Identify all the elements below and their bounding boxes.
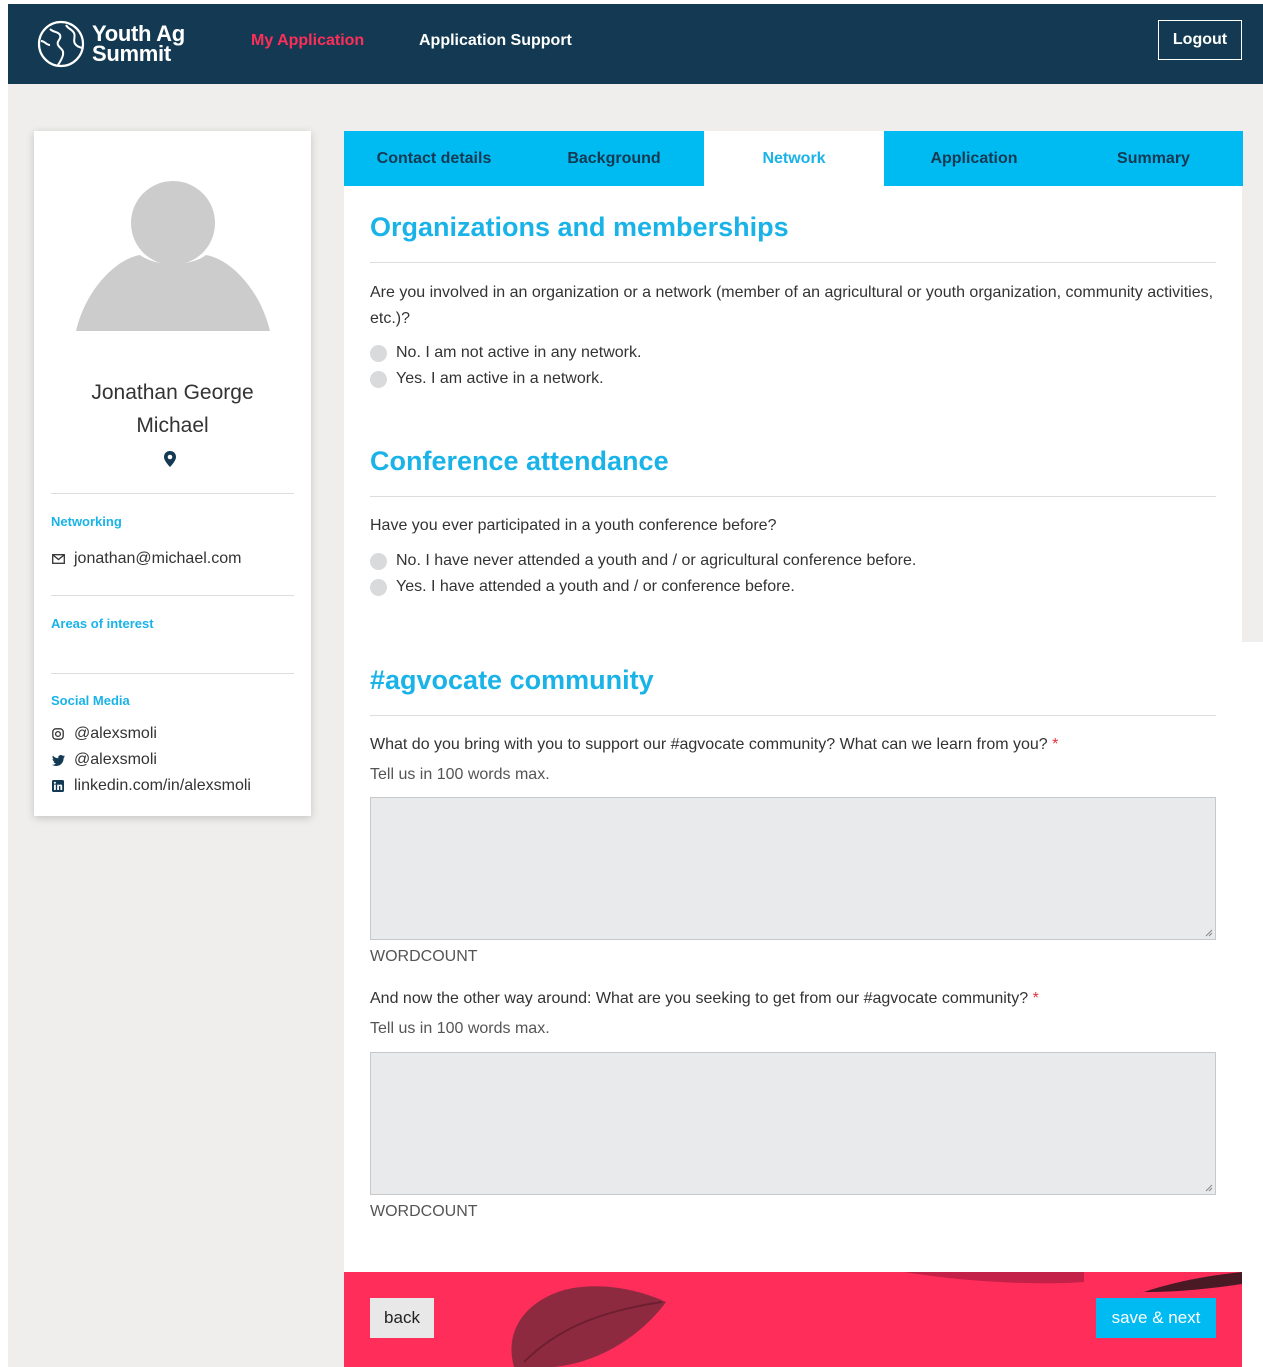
profile-card: Jonathan George Michael Networking jonat…	[34, 131, 311, 816]
network-form: Organizations and memberships Are you in…	[344, 186, 1242, 1272]
twitter-row: @alexsmoli	[51, 751, 157, 769]
twitter-handle[interactable]: @alexsmoli	[74, 751, 157, 769]
radio-label: No. I am not active in any network.	[396, 344, 642, 361]
twitter-icon	[51, 754, 65, 766]
tab-contact-details[interactable]: Contact details	[344, 131, 524, 186]
required-asterisk: *	[1032, 990, 1039, 1007]
seeking-textarea[interactable]	[370, 1052, 1216, 1195]
mail-icon	[51, 554, 65, 564]
section-title-conference: Conference attendance	[370, 446, 669, 476]
hint-text: Tell us in 100 words max.	[370, 766, 550, 783]
nav-my-application[interactable]: My Application	[251, 32, 364, 50]
section-title-agvocate: #agvocate community	[370, 665, 654, 695]
hint-text: Tell us in 100 words max.	[370, 1020, 550, 1037]
logout-button[interactable]: Logout	[1158, 20, 1242, 60]
networking-label: Networking	[51, 514, 122, 529]
instagram-icon	[51, 728, 65, 740]
question-contribute: What do you bring with you to support ou…	[370, 736, 1059, 753]
radio-conf-yes[interactable]: Yes. I have attended a youth and / or co…	[370, 578, 795, 596]
leaf-decoration	[864, 1272, 1084, 1284]
question-conference: Have you ever participated in a youth co…	[370, 517, 777, 534]
radio-circle[interactable]	[370, 344, 387, 362]
areas-of-interest-label: Areas of interest	[51, 616, 154, 631]
wordcount-label: WORDCOUNT	[370, 1203, 478, 1220]
question-organization: Are you involved in an organization or a…	[370, 284, 1214, 327]
tab-application[interactable]: Application	[884, 131, 1064, 186]
radio-circle[interactable]	[370, 552, 387, 570]
radio-org-no[interactable]: No. I am not active in any network.	[370, 344, 641, 362]
divider	[370, 262, 1216, 263]
radio-label: Yes. I have attended a youth and / or co…	[396, 578, 795, 595]
section-title-organizations: Organizations and memberships	[370, 212, 789, 242]
logo[interactable]: Youth Ag Summit	[36, 16, 216, 72]
back-button[interactable]: back	[370, 1298, 434, 1338]
top-navbar: Youth Ag Summit My Application Applicati…	[8, 4, 1263, 84]
linkedin-row: linkedin.com/in/alexsmoli	[51, 777, 251, 795]
profile-name: Jonathan George Michael	[91, 381, 254, 437]
avatar	[76, 181, 270, 331]
contribute-textarea[interactable]	[370, 797, 1216, 940]
radio-conf-no[interactable]: No. I have never attended a youth and / …	[370, 552, 916, 570]
social-media-label: Social Media	[51, 693, 130, 708]
divider	[51, 493, 294, 494]
question-seeking: And now the other way around: What are y…	[370, 990, 1039, 1007]
divider	[51, 673, 294, 674]
email-text[interactable]: jonathan@michael.com	[74, 550, 241, 568]
required-asterisk: *	[1052, 736, 1059, 753]
radio-circle[interactable]	[370, 370, 387, 388]
location-pin-icon	[164, 451, 176, 467]
radio-org-yes[interactable]: Yes. I am active in a network.	[370, 370, 604, 388]
logo-text: Youth Ag Summit	[92, 21, 185, 66]
linkedin-icon	[51, 780, 65, 792]
form-footer: back save & next	[344, 1272, 1242, 1367]
tab-summary[interactable]: Summary	[1064, 131, 1243, 186]
radio-label: Yes. I am active in a network.	[396, 370, 604, 387]
save-next-button[interactable]: save & next	[1096, 1298, 1216, 1338]
resize-grip-icon[interactable]	[1205, 1184, 1213, 1192]
radio-label: No. I have never attended a youth and / …	[396, 552, 917, 569]
divider	[370, 496, 1216, 497]
wordcount-label: WORDCOUNT	[370, 948, 478, 965]
globe-icon	[37, 20, 85, 68]
resize-grip-icon[interactable]	[1205, 929, 1213, 937]
instagram-row: @alexsmoli	[51, 725, 157, 743]
linkedin-url[interactable]: linkedin.com/in/alexsmoli	[74, 777, 251, 795]
radio-circle[interactable]	[370, 578, 387, 596]
leaf-decoration	[511, 1286, 666, 1367]
tab-background[interactable]: Background	[524, 131, 704, 186]
step-tabs: Contact details Background Network Appli…	[344, 131, 1243, 186]
divider	[51, 595, 294, 596]
instagram-handle[interactable]: @alexsmoli	[74, 725, 157, 743]
email-row: jonathan@michael.com	[51, 550, 241, 568]
tab-network[interactable]: Network	[704, 131, 884, 186]
divider	[370, 715, 1216, 716]
nav-application-support[interactable]: Application Support	[419, 32, 572, 50]
